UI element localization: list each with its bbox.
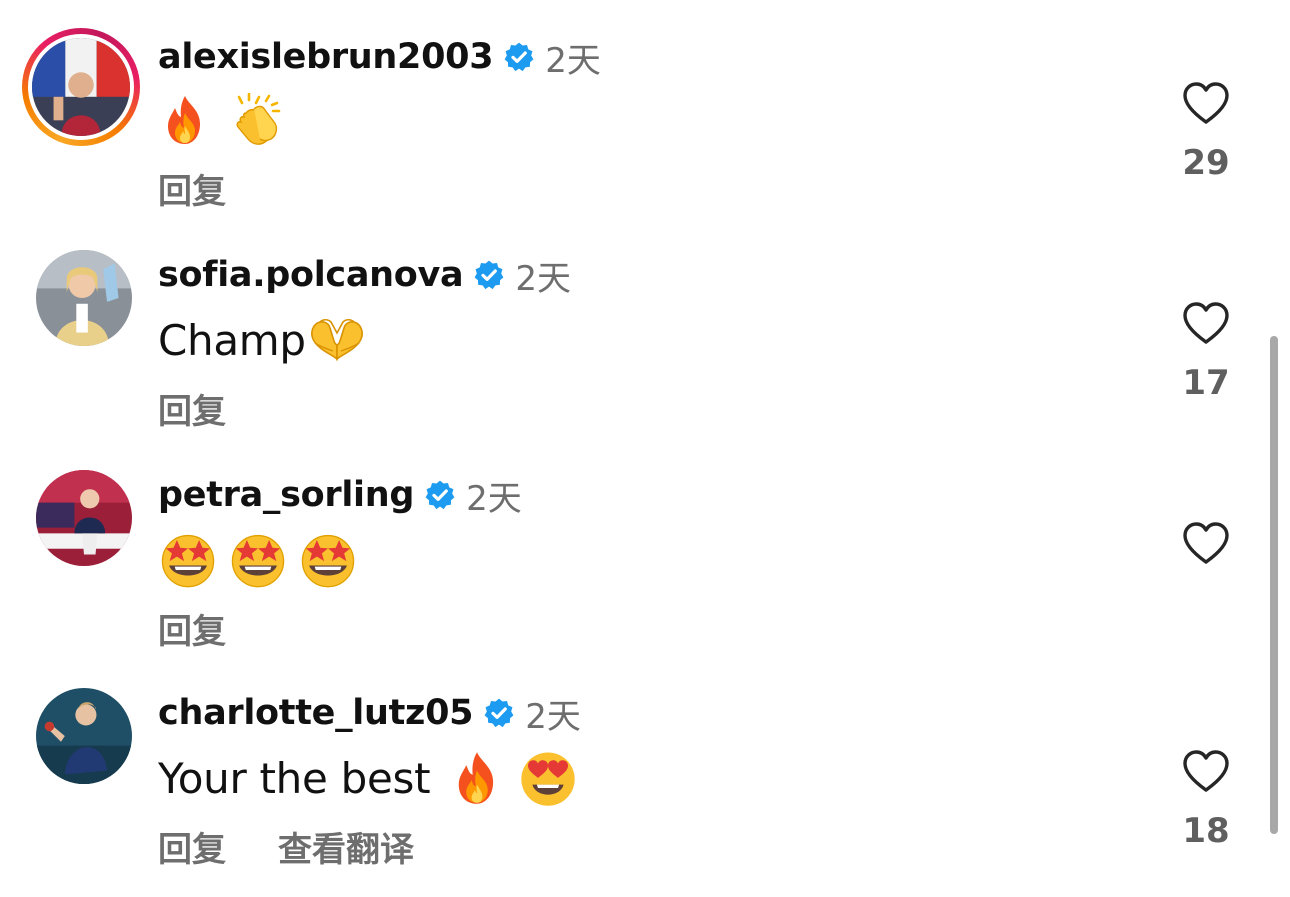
star-struck-emoji-icon	[298, 530, 358, 590]
see-translation-button[interactable]: 查看翻译	[278, 822, 414, 871]
comment-body: Your the best	[158, 748, 578, 808]
reply-button[interactable]: 回复	[158, 164, 226, 213]
like-area: 17	[1160, 300, 1252, 404]
fire-emoji-icon	[448, 749, 506, 807]
timestamp: 2天	[466, 478, 522, 519]
verified-badge-icon	[483, 697, 515, 729]
verified-badge-icon	[473, 259, 505, 291]
comment-header: sofia.polcanova 2天	[158, 252, 572, 299]
comment-text: Champ	[158, 315, 306, 365]
avatar[interactable]	[36, 688, 132, 784]
username[interactable]: petra_sorling	[158, 475, 414, 515]
comment-item: sofia.polcanova 2天 Champ 回复 17	[0, 220, 1290, 440]
heart-icon[interactable]	[1181, 520, 1231, 566]
heart-eyes-emoji-icon	[518, 748, 578, 808]
fire-emoji-icon	[158, 93, 212, 147]
comment-actions: 回复	[158, 604, 226, 652]
timestamp: 2天	[545, 40, 601, 81]
like-count[interactable]: 29	[1160, 142, 1252, 184]
comment-list: alexislebrun2003 2天 回复 29 sofia.polcanov…	[0, 0, 1290, 897]
avatar[interactable]	[36, 470, 132, 566]
comment-actions: 回复	[158, 164, 226, 212]
comment-actions: 回复 查看翻译	[158, 822, 414, 870]
comment-header: petra_sorling 2天	[158, 472, 522, 519]
heart-icon[interactable]	[1181, 300, 1231, 346]
heart-hands-emoji-icon	[306, 313, 368, 367]
reply-button[interactable]: 回复	[158, 822, 226, 871]
comment-body	[158, 90, 282, 150]
like-count[interactable]: 17	[1160, 362, 1252, 404]
timestamp: 2天	[525, 696, 581, 737]
scrollbar[interactable]	[1270, 336, 1278, 834]
heart-icon[interactable]	[1181, 80, 1231, 126]
comment-item: alexislebrun2003 2天 回复 29	[0, 0, 1290, 220]
comment-actions: 回复	[158, 384, 226, 432]
verified-badge-icon	[503, 41, 535, 73]
username[interactable]: charlotte_lutz05	[158, 693, 474, 733]
verified-badge-icon	[424, 479, 456, 511]
reply-button[interactable]: 回复	[158, 604, 226, 653]
like-area: 18	[1160, 748, 1252, 852]
comment-body: Champ	[158, 310, 368, 370]
avatar-with-story-ring[interactable]	[22, 28, 140, 146]
comment-item: petra_sorling 2天 回复	[0, 440, 1290, 660]
reply-button[interactable]: 回复	[158, 384, 226, 433]
avatar-photo	[32, 38, 130, 136]
avatar[interactable]	[36, 250, 132, 346]
like-count[interactable]: 18	[1160, 810, 1252, 852]
star-struck-emoji-icon	[228, 530, 288, 590]
like-area: 29	[1160, 80, 1252, 184]
username[interactable]: sofia.polcanova	[158, 255, 464, 295]
comment-header: charlotte_lutz05 2天	[158, 690, 581, 737]
heart-icon[interactable]	[1181, 748, 1231, 794]
comment-body	[158, 530, 358, 590]
like-area	[1160, 520, 1252, 566]
username[interactable]: alexislebrun2003	[158, 37, 494, 77]
clapping-hands-emoji-icon	[228, 93, 282, 147]
comment-header: alexislebrun2003 2天	[158, 34, 601, 81]
comment-item: charlotte_lutz05 2天 Your the best 回复 查看翻…	[0, 660, 1290, 880]
timestamp: 2天	[515, 258, 572, 299]
star-struck-emoji-icon	[158, 530, 218, 590]
comment-text: Your the best	[158, 753, 431, 803]
